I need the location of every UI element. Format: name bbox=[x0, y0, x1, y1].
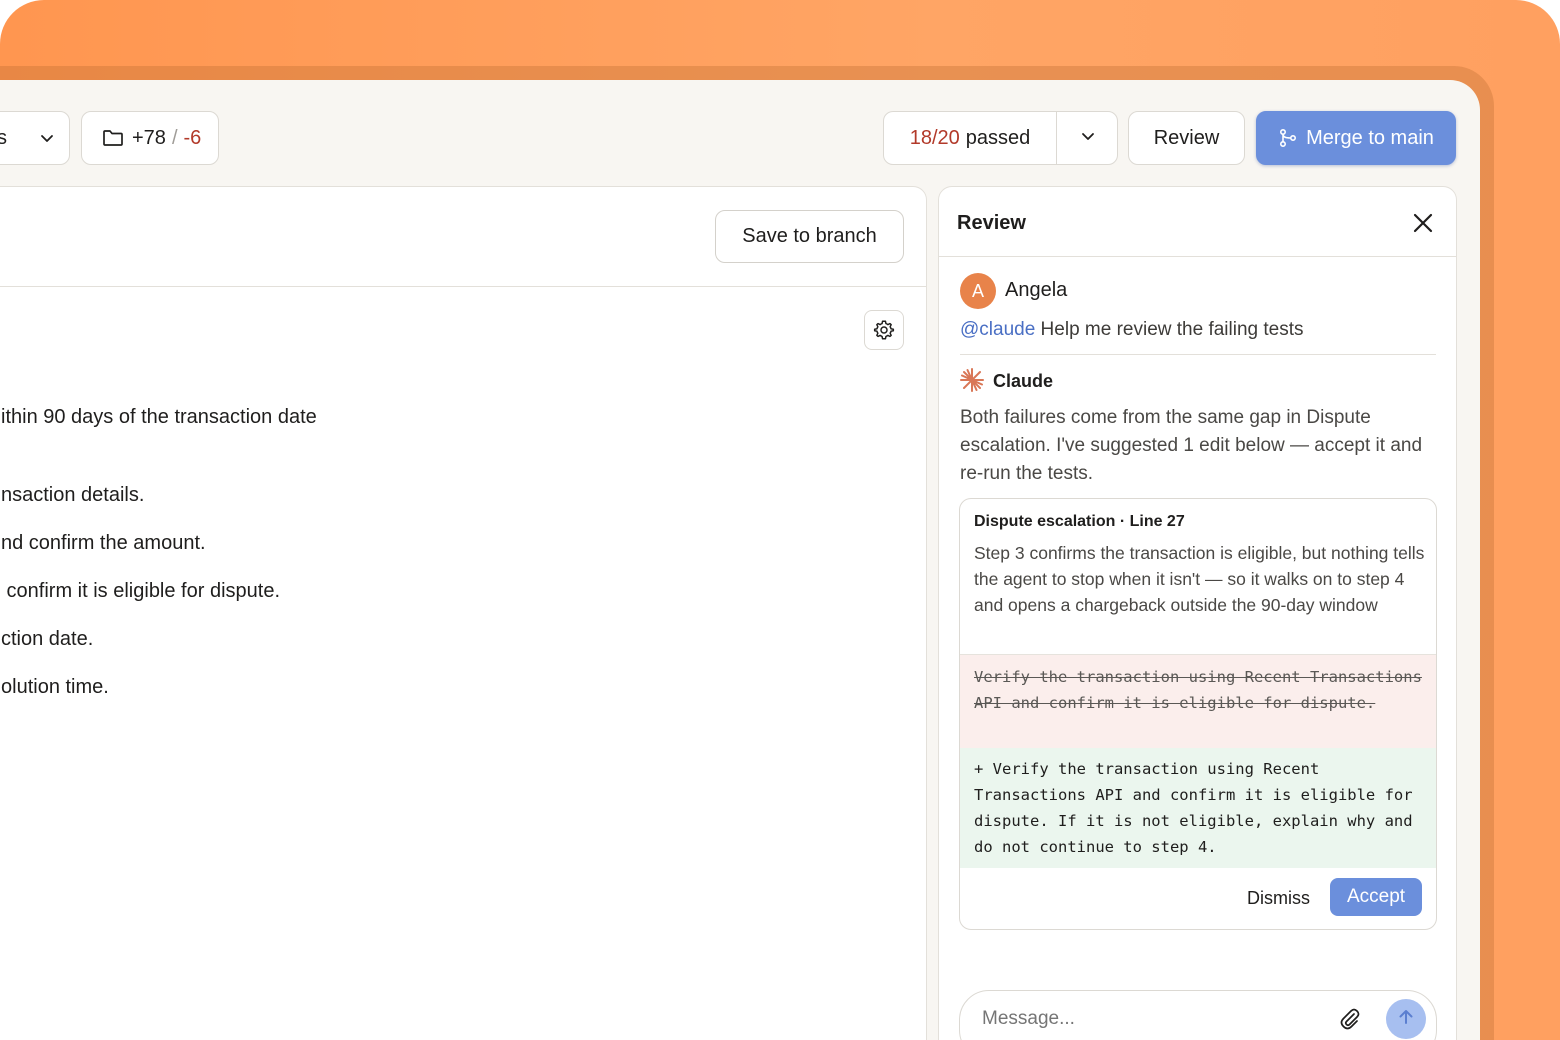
test-results-dropdown[interactable] bbox=[1058, 112, 1118, 164]
git-merge-icon bbox=[1278, 128, 1298, 148]
avatar: A bbox=[960, 273, 996, 309]
avatar-initial: A bbox=[971, 280, 984, 301]
review-button[interactable]: Review bbox=[1128, 111, 1245, 165]
arrow-up-icon bbox=[1396, 1007, 1416, 1032]
merge-button-label: Merge to main bbox=[1306, 126, 1434, 149]
app-window: s +78 / -6 18/20 passed Review Merge to … bbox=[0, 80, 1480, 1040]
user-name: Angela bbox=[1005, 279, 1068, 301]
review-panel: Review A Angela @claude Help me review t… bbox=[938, 186, 1457, 1040]
document-line: nsaction details. bbox=[1, 484, 145, 506]
save-to-branch-button[interactable]: Save to branch bbox=[715, 210, 904, 263]
lines-added-count: +78 bbox=[132, 126, 166, 149]
send-button[interactable] bbox=[1386, 999, 1426, 1039]
user-message: @claude Help me review the failing tests bbox=[960, 319, 1304, 341]
message-composer bbox=[959, 990, 1437, 1040]
changes-separator: / bbox=[171, 126, 178, 149]
save-to-branch-label: Save to branch bbox=[742, 225, 877, 247]
editor-panel: Save to branch ithin 90 days of the tran… bbox=[0, 186, 927, 1040]
accept-button-label: Accept bbox=[1346, 886, 1406, 907]
mention-link[interactable]: @claude bbox=[960, 319, 1035, 340]
chevron-down-icon bbox=[1080, 127, 1096, 150]
diff-added-block: + Verify the transaction using Recent Tr… bbox=[960, 748, 1436, 868]
suggestion-description: Step 3 confirms the transaction is eligi… bbox=[974, 543, 1425, 615]
test-results-button[interactable]: 18/20 passed bbox=[884, 112, 1057, 164]
changes-summary-button[interactable]: +78 / -6 bbox=[81, 111, 219, 165]
review-button-label: Review bbox=[1153, 126, 1220, 149]
gear-icon[interactable] bbox=[864, 310, 904, 350]
diff-removed-text: Verify the transaction using Recent Tran… bbox=[974, 668, 1422, 712]
accept-button[interactable]: Accept bbox=[1330, 878, 1422, 916]
editor-header: Save to branch bbox=[0, 187, 926, 287]
branch-dropdown[interactable]: s bbox=[0, 111, 70, 165]
document-line: ction date. bbox=[1, 628, 94, 650]
suggestion-title: Dispute escalation · Line 27 bbox=[974, 513, 1185, 530]
tests-passed-label: passed bbox=[965, 126, 1031, 149]
branch-dropdown-label: s bbox=[0, 127, 7, 149]
close-icon[interactable] bbox=[1411, 211, 1435, 235]
dismiss-button[interactable]: Dismiss bbox=[1247, 888, 1310, 909]
message-divider bbox=[960, 354, 1436, 355]
chevron-down-icon bbox=[39, 129, 55, 152]
message-input[interactable] bbox=[982, 1004, 1312, 1034]
assistant-message: Both failures come from the same gap in … bbox=[960, 407, 1423, 484]
document-line: nd confirm the amount. bbox=[1, 532, 206, 554]
user-message-text: Help me review the failing tests bbox=[1035, 319, 1304, 340]
lines-removed-count: -6 bbox=[183, 126, 202, 149]
tests-passed-count: 18/20 bbox=[909, 126, 960, 149]
diff-removed-block: Verify the transaction using Recent Tran… bbox=[960, 654, 1436, 748]
review-panel-title: Review bbox=[957, 212, 1026, 234]
folder-icon bbox=[102, 128, 124, 148]
document-line: olution time. bbox=[1, 676, 109, 698]
diff-added-text: + Verify the transaction using Recent Tr… bbox=[974, 760, 1413, 856]
suggestion-card: Dispute escalation · Line 27 Step 3 conf… bbox=[959, 498, 1437, 930]
document-line: ithin 90 days of the transaction date bbox=[1, 406, 317, 428]
merge-to-main-button[interactable]: Merge to main bbox=[1256, 111, 1456, 165]
test-results-control: 18/20 passed bbox=[883, 111, 1118, 165]
assistant-name: Claude bbox=[993, 371, 1054, 391]
paperclip-icon[interactable] bbox=[1337, 1006, 1363, 1032]
document-line: confirm it is eligible for dispute. bbox=[1, 580, 281, 602]
claude-star-icon bbox=[959, 367, 985, 393]
review-panel-header: Review bbox=[939, 187, 1456, 257]
